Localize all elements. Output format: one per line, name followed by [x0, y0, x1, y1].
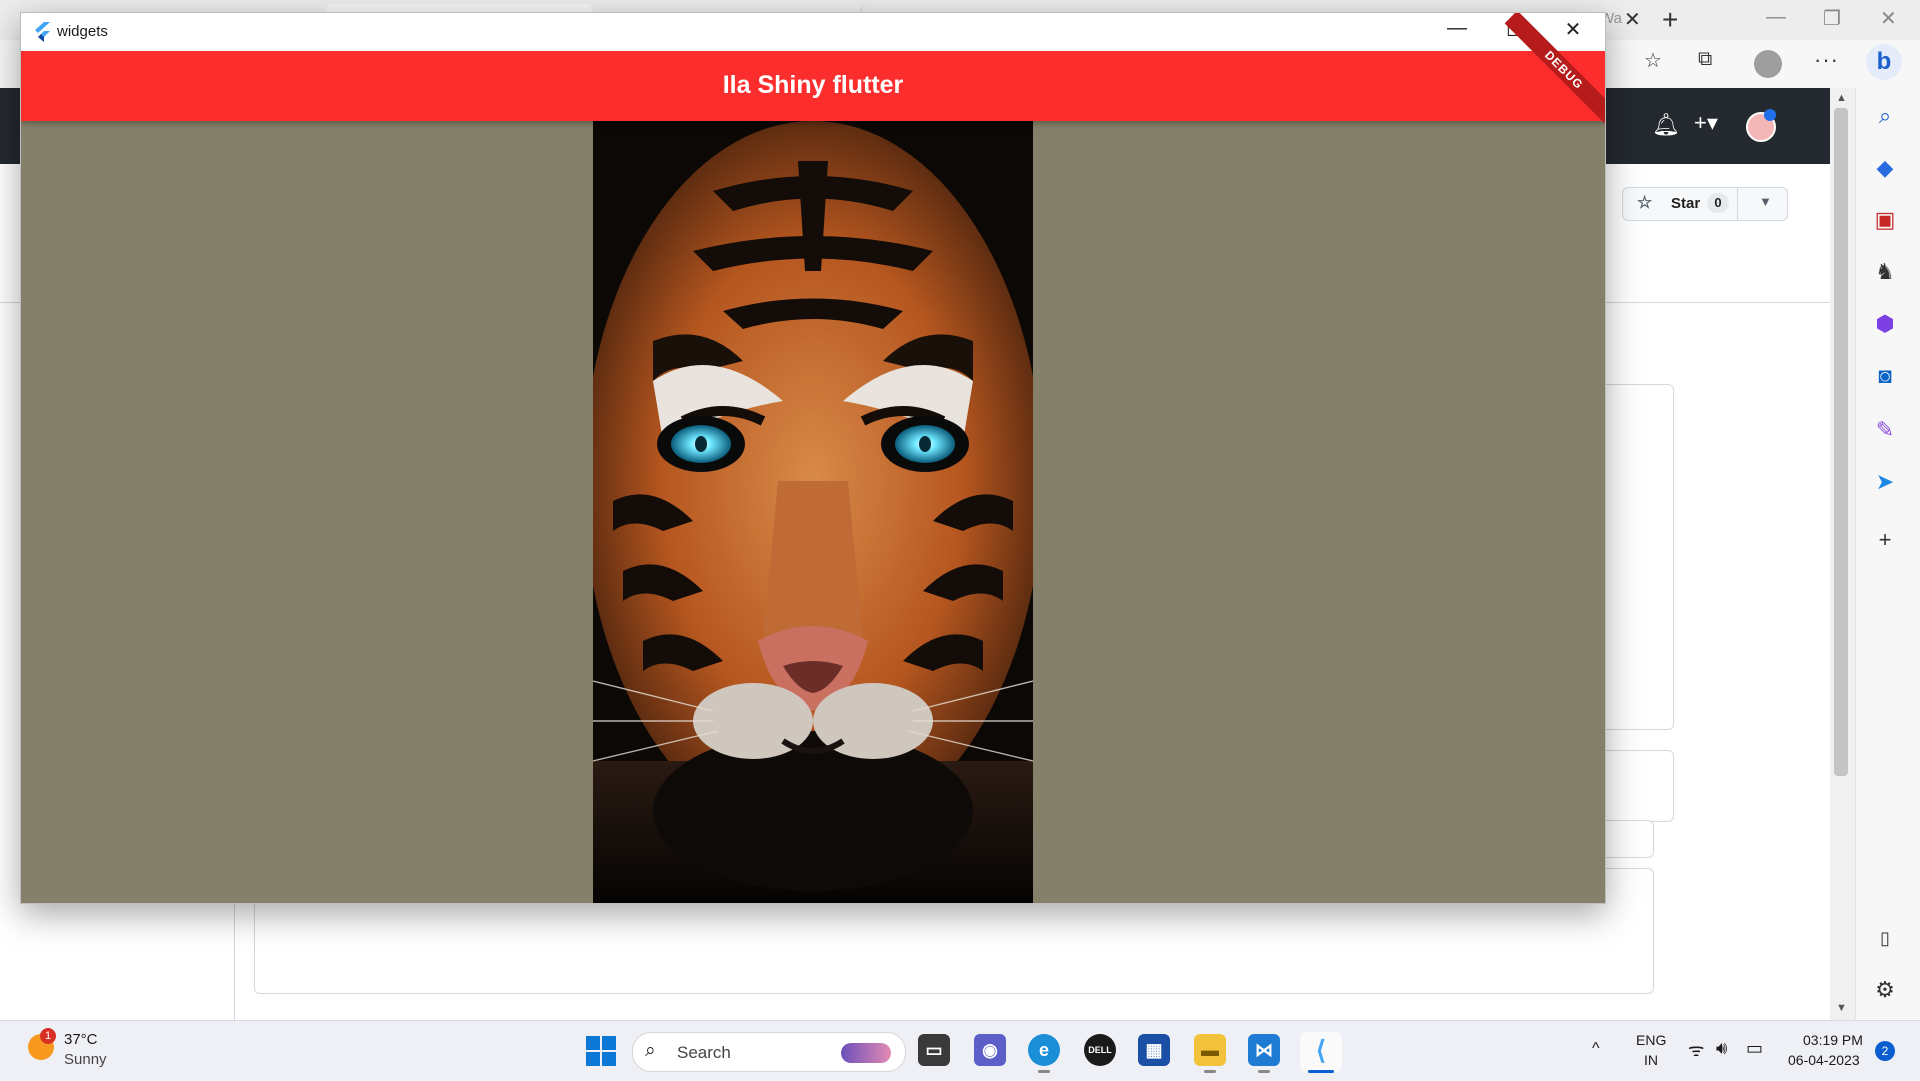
- battery-icon[interactable]: ▭: [1746, 1038, 1763, 1059]
- bing-chat-button[interactable]: b: [1866, 44, 1902, 80]
- store-icon[interactable]: ▦: [1138, 1034, 1170, 1066]
- edge-browser-icon[interactable]: e: [1028, 1034, 1060, 1066]
- collections-icon[interactable]: ⧉: [1698, 48, 1712, 71]
- star-count: 0: [1707, 193, 1729, 213]
- clock-date[interactable]: 06-04-2023: [1788, 1052, 1860, 1068]
- minimize-button[interactable]: —: [1437, 17, 1477, 40]
- active-indicator: [1308, 1070, 1334, 1073]
- create-new-icon[interactable]: +▾: [1694, 110, 1718, 136]
- profile-avatar[interactable]: [1754, 50, 1782, 78]
- browser-restore-button[interactable]: ❐: [1823, 6, 1841, 31]
- app-bar-title: Ila Shiny flutter: [722, 71, 904, 99]
- tag-icon[interactable]: ◆: [1871, 154, 1899, 182]
- status-dot: [1764, 109, 1776, 121]
- clock-time[interactable]: 03:19 PM: [1803, 1032, 1863, 1048]
- language-top[interactable]: ENG: [1636, 1032, 1666, 1048]
- notification-badge[interactable]: 2: [1875, 1041, 1895, 1061]
- search-placeholder: Search: [677, 1043, 731, 1062]
- flutter-app-icon[interactable]: ⟨: [1305, 1034, 1337, 1066]
- taskbar-search[interactable]: ⌕ Search: [632, 1032, 906, 1072]
- favorites-icon[interactable]: ☆: [1644, 48, 1662, 73]
- office-icon[interactable]: ⬢: [1871, 310, 1899, 338]
- divider: [234, 902, 235, 1020]
- chevron-down-icon[interactable]: ▼: [1759, 194, 1772, 209]
- close-button[interactable]: ✕: [1553, 17, 1593, 42]
- search-icon[interactable]: ⌕: [1871, 102, 1899, 130]
- more-options-button[interactable]: ···: [1814, 47, 1839, 73]
- split-view-icon[interactable]: ▯: [1871, 924, 1899, 952]
- send-icon[interactable]: ➤: [1871, 468, 1899, 496]
- running-indicator: [1038, 1070, 1050, 1073]
- chess-icon[interactable]: ♞: [1871, 258, 1899, 286]
- new-tab-button[interactable]: +: [1662, 4, 1678, 36]
- window-title: widgets: [57, 23, 108, 40]
- designer-icon[interactable]: ✎: [1871, 416, 1899, 444]
- star-label: Star: [1671, 195, 1701, 212]
- browser-minimize-button[interactable]: —: [1766, 6, 1786, 29]
- settings-gear-icon[interactable]: ⚙: [1871, 976, 1899, 1004]
- flutter-app-window: widgets — ☐ ✕ Ila Shiny flutter DEBUG: [20, 12, 1606, 904]
- star-button[interactable]: ☆ Star 0 ▼: [1622, 187, 1788, 221]
- chat-icon[interactable]: ◉: [974, 1034, 1006, 1066]
- task-view-icon[interactable]: ▭: [918, 1034, 950, 1066]
- notifications-bell-icon[interactable]: 🔔︎: [1652, 112, 1680, 138]
- running-indicator: [1258, 1070, 1270, 1073]
- app-bar: Ila Shiny flutter DEBUG: [21, 13, 1605, 130]
- tiger-image: [593, 121, 1033, 903]
- volume-icon[interactable]: 🔊︎: [1716, 1038, 1727, 1059]
- weather-alert-badge: 1: [40, 1028, 56, 1044]
- start-button[interactable]: [586, 1036, 616, 1066]
- flutter-logo-icon: [35, 22, 50, 42]
- running-indicator: [1204, 1070, 1216, 1073]
- language-bottom[interactable]: IN: [1644, 1052, 1658, 1068]
- weather-temperature[interactable]: 37°C: [64, 1031, 98, 1048]
- scrollbar-thumb[interactable]: [1834, 108, 1848, 776]
- vscode-icon[interactable]: ⋈: [1248, 1034, 1280, 1066]
- dell-icon[interactable]: DELL: [1084, 1034, 1116, 1066]
- scroll-down-icon[interactable]: ▼: [1836, 1002, 1847, 1014]
- window-titlebar[interactable]: widgets — ☐ ✕: [21, 13, 1605, 51]
- search-icon: ⌕: [645, 1040, 656, 1061]
- add-icon[interactable]: +: [1871, 526, 1899, 554]
- windows-taskbar: [0, 1020, 1920, 1081]
- outlook-icon[interactable]: ◙: [1871, 362, 1899, 390]
- weather-condition[interactable]: Sunny: [64, 1051, 107, 1068]
- wifi-icon[interactable]: ᯤ: [1688, 1038, 1704, 1062]
- divider: [1737, 188, 1738, 220]
- search-highlight-image: [841, 1043, 891, 1063]
- scroll-up-icon[interactable]: ▲: [1836, 92, 1847, 104]
- file-explorer-icon[interactable]: ▬: [1194, 1034, 1226, 1066]
- chevron-up-icon[interactable]: ^: [1592, 1040, 1600, 1058]
- star-icon: ☆: [1637, 193, 1653, 212]
- toolbox-icon[interactable]: ▣: [1871, 206, 1899, 234]
- tab-close-icon[interactable]: ✕: [1624, 7, 1641, 32]
- browser-close-button[interactable]: ✕: [1880, 6, 1897, 31]
